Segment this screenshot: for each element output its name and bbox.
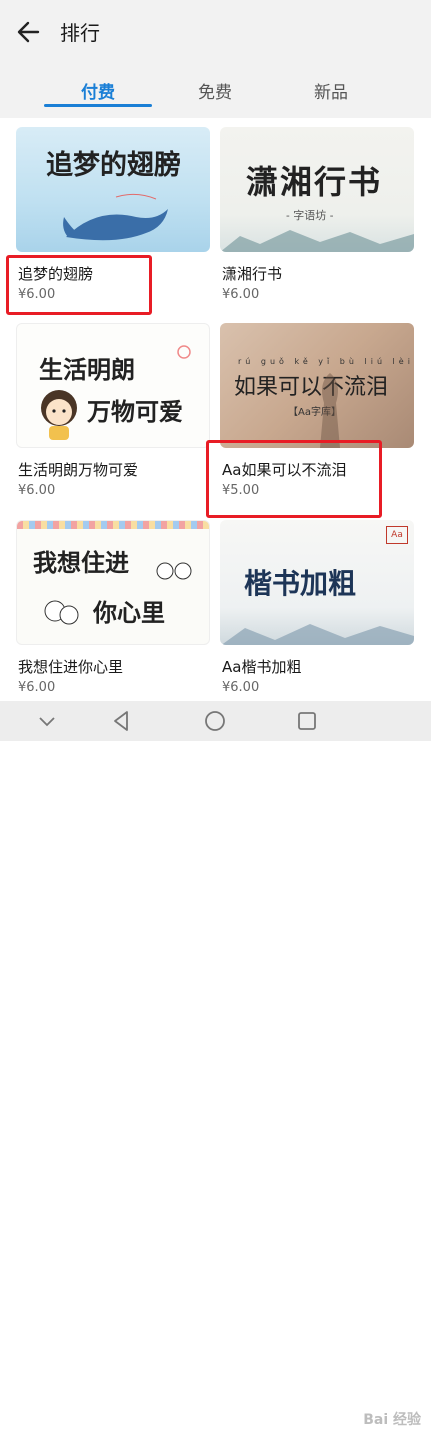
sun-icon bbox=[177, 345, 191, 359]
thumbnail-title: 追梦的翅膀 bbox=[46, 150, 181, 181]
girl-illustration bbox=[41, 390, 77, 440]
font-card[interactable]: 楷书加粗 Aa Aa楷书加粗 ¥6.00 bbox=[220, 520, 414, 700]
watermark: Bai 经验 bbox=[363, 1412, 421, 1428]
font-thumbnail: 楷书加粗 Aa bbox=[220, 520, 414, 645]
font-thumbnail: 追梦的翅膀 bbox=[16, 127, 210, 252]
font-name: 我想住进你心里 bbox=[18, 658, 124, 676]
brand-stamp: Aa bbox=[386, 526, 408, 544]
tab-new[interactable]: 新品 bbox=[291, 78, 371, 103]
page-title: 排行 bbox=[60, 21, 100, 45]
thumbnail-line-2: 你心里 bbox=[93, 598, 165, 627]
character-illustration bbox=[44, 600, 79, 625]
chevron-down-icon[interactable] bbox=[36, 711, 58, 731]
font-price: ¥6.00 bbox=[222, 287, 260, 302]
font-price: ¥6.00 bbox=[222, 680, 260, 695]
highlight-box bbox=[6, 255, 152, 315]
tab-paid[interactable]: 付费 bbox=[58, 78, 138, 103]
thumbnail-line-1: 我想住进 bbox=[33, 548, 129, 577]
font-card[interactable]: 我想住进 你心里 我想住进你心里 ¥6.00 bbox=[16, 520, 210, 700]
font-name: Aa楷书加粗 bbox=[222, 658, 302, 676]
tab-indicator bbox=[44, 104, 152, 107]
font-thumbnail: 潇湘行书 - 字语坊 - bbox=[220, 127, 414, 252]
mountain-illustration bbox=[220, 230, 414, 252]
system-nav-bar: Bai 经验 bbox=[0, 701, 431, 1428]
font-thumbnail: 生活明朗 万物可爱 bbox=[16, 323, 210, 448]
whale-illustration bbox=[63, 193, 168, 241]
friends-illustration bbox=[156, 562, 192, 580]
font-card[interactable]: 生活明朗 万物可爱 生活明朗万物可爱 ¥6.00 bbox=[16, 323, 210, 503]
mountain-illustration bbox=[221, 624, 414, 645]
highlight-box bbox=[206, 440, 382, 518]
thumbnail-line-2: 万物可爱 bbox=[87, 397, 183, 426]
font-card[interactable]: 潇湘行书 - 字语坊 - 潇湘行书 ¥6.00 bbox=[220, 127, 414, 307]
back-triangle-icon[interactable] bbox=[110, 709, 132, 733]
tab-free[interactable]: 免费 bbox=[175, 78, 255, 103]
font-price: ¥6.00 bbox=[18, 680, 56, 695]
home-circle-icon[interactable] bbox=[203, 709, 227, 733]
recent-square-icon[interactable] bbox=[296, 710, 318, 732]
shadow-illustration bbox=[320, 373, 340, 448]
thumbnail-subtitle: - 字语坊 - bbox=[286, 209, 334, 222]
font-name: 生活明朗万物可爱 bbox=[18, 461, 139, 479]
font-name: 潇湘行书 bbox=[222, 265, 283, 283]
bunting-decoration bbox=[17, 521, 209, 529]
font-thumbnail: 我想住进 你心里 bbox=[16, 520, 210, 645]
arrow-left-icon[interactable] bbox=[14, 16, 46, 48]
thumbnail-title: 楷书加粗 bbox=[244, 567, 357, 600]
thumbnail-title: 潇湘行书 bbox=[246, 163, 383, 201]
app-header: 排行 付费 免费 新品 bbox=[0, 0, 431, 118]
thumbnail-line-1: 生活明朗 bbox=[39, 355, 135, 384]
font-thumbnail: rú guǒ kě yǐ bù liú lèi 如果可以不流泪 【Aa字库】 bbox=[220, 323, 414, 448]
font-price: ¥6.00 bbox=[18, 483, 56, 498]
